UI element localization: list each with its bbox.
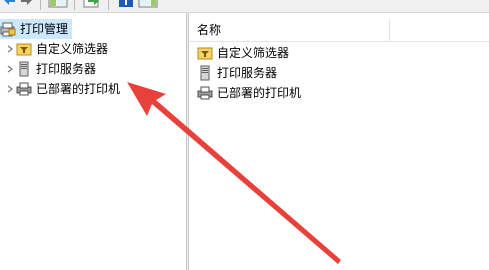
column-divider[interactable] [389, 19, 390, 41]
export-list-button[interactable] [82, 0, 102, 9]
server-icon [197, 65, 213, 81]
list-item-label: 打印服务器 [217, 66, 278, 80]
show-hide-tree-button[interactable] [48, 0, 68, 9]
tree-item-label: 自定义筛选器 [36, 42, 109, 56]
tree-item-print-management[interactable]: 打印管理 [0, 19, 73, 39]
forward-arrow-icon [21, 0, 32, 5]
column-header-label: 名称 [197, 23, 222, 37]
help-icon [119, 0, 133, 7]
export-list-icon [83, 0, 99, 8]
toolbar-separator [40, 0, 41, 10]
chevron-right-icon[interactable] [4, 79, 16, 99]
show-hide-tree-icon [48, 0, 68, 8]
printer-icon [197, 85, 213, 101]
list-item-label: 已部署的打印机 [217, 86, 302, 100]
list-item[interactable]: 已部署的打印机 [197, 83, 301, 103]
list-item[interactable]: 打印服务器 [197, 63, 277, 83]
tree-item-label: 打印管理 [20, 22, 69, 36]
chevron-right-icon[interactable] [4, 59, 16, 79]
tree-item-deployed-printers[interactable]: 已部署的打印机 [4, 79, 120, 99]
list-item-label: 自定义筛选器 [217, 46, 290, 60]
forward-button[interactable] [20, 0, 34, 9]
print-management-icon [0, 21, 16, 37]
tree-item-custom-filters[interactable]: 自定义筛选器 [4, 39, 108, 59]
tree-item-label: 已部署的打印机 [36, 82, 121, 96]
tree-item-label: 打印服务器 [36, 62, 97, 76]
list-pane[interactable]: 名称 自定义筛选器 打印服务器 已部署的打印机 [189, 13, 489, 270]
printer-icon [16, 81, 32, 97]
server-icon [16, 61, 32, 77]
column-header-name[interactable]: 名称 [189, 19, 489, 42]
tree-pane[interactable]: 打印管理 自定义筛选器 打印服务器 已部署的打印机 [0, 13, 186, 270]
filter-folder-icon [197, 45, 213, 61]
chevron-right-icon[interactable] [4, 39, 16, 59]
toolbar-separator [108, 0, 109, 10]
filter-folder-icon [16, 41, 32, 57]
back-button[interactable] [2, 0, 16, 9]
toolbar-separator [74, 0, 75, 10]
toolbar [0, 0, 489, 13]
tree-item-print-servers[interactable]: 打印服务器 [4, 59, 96, 79]
back-arrow-icon [4, 0, 15, 5]
show-hide-action-pane-button[interactable] [138, 0, 158, 9]
show-hide-action-pane-icon [138, 0, 158, 8]
list-item[interactable]: 自定义筛选器 [197, 43, 289, 63]
help-button[interactable] [118, 0, 134, 9]
